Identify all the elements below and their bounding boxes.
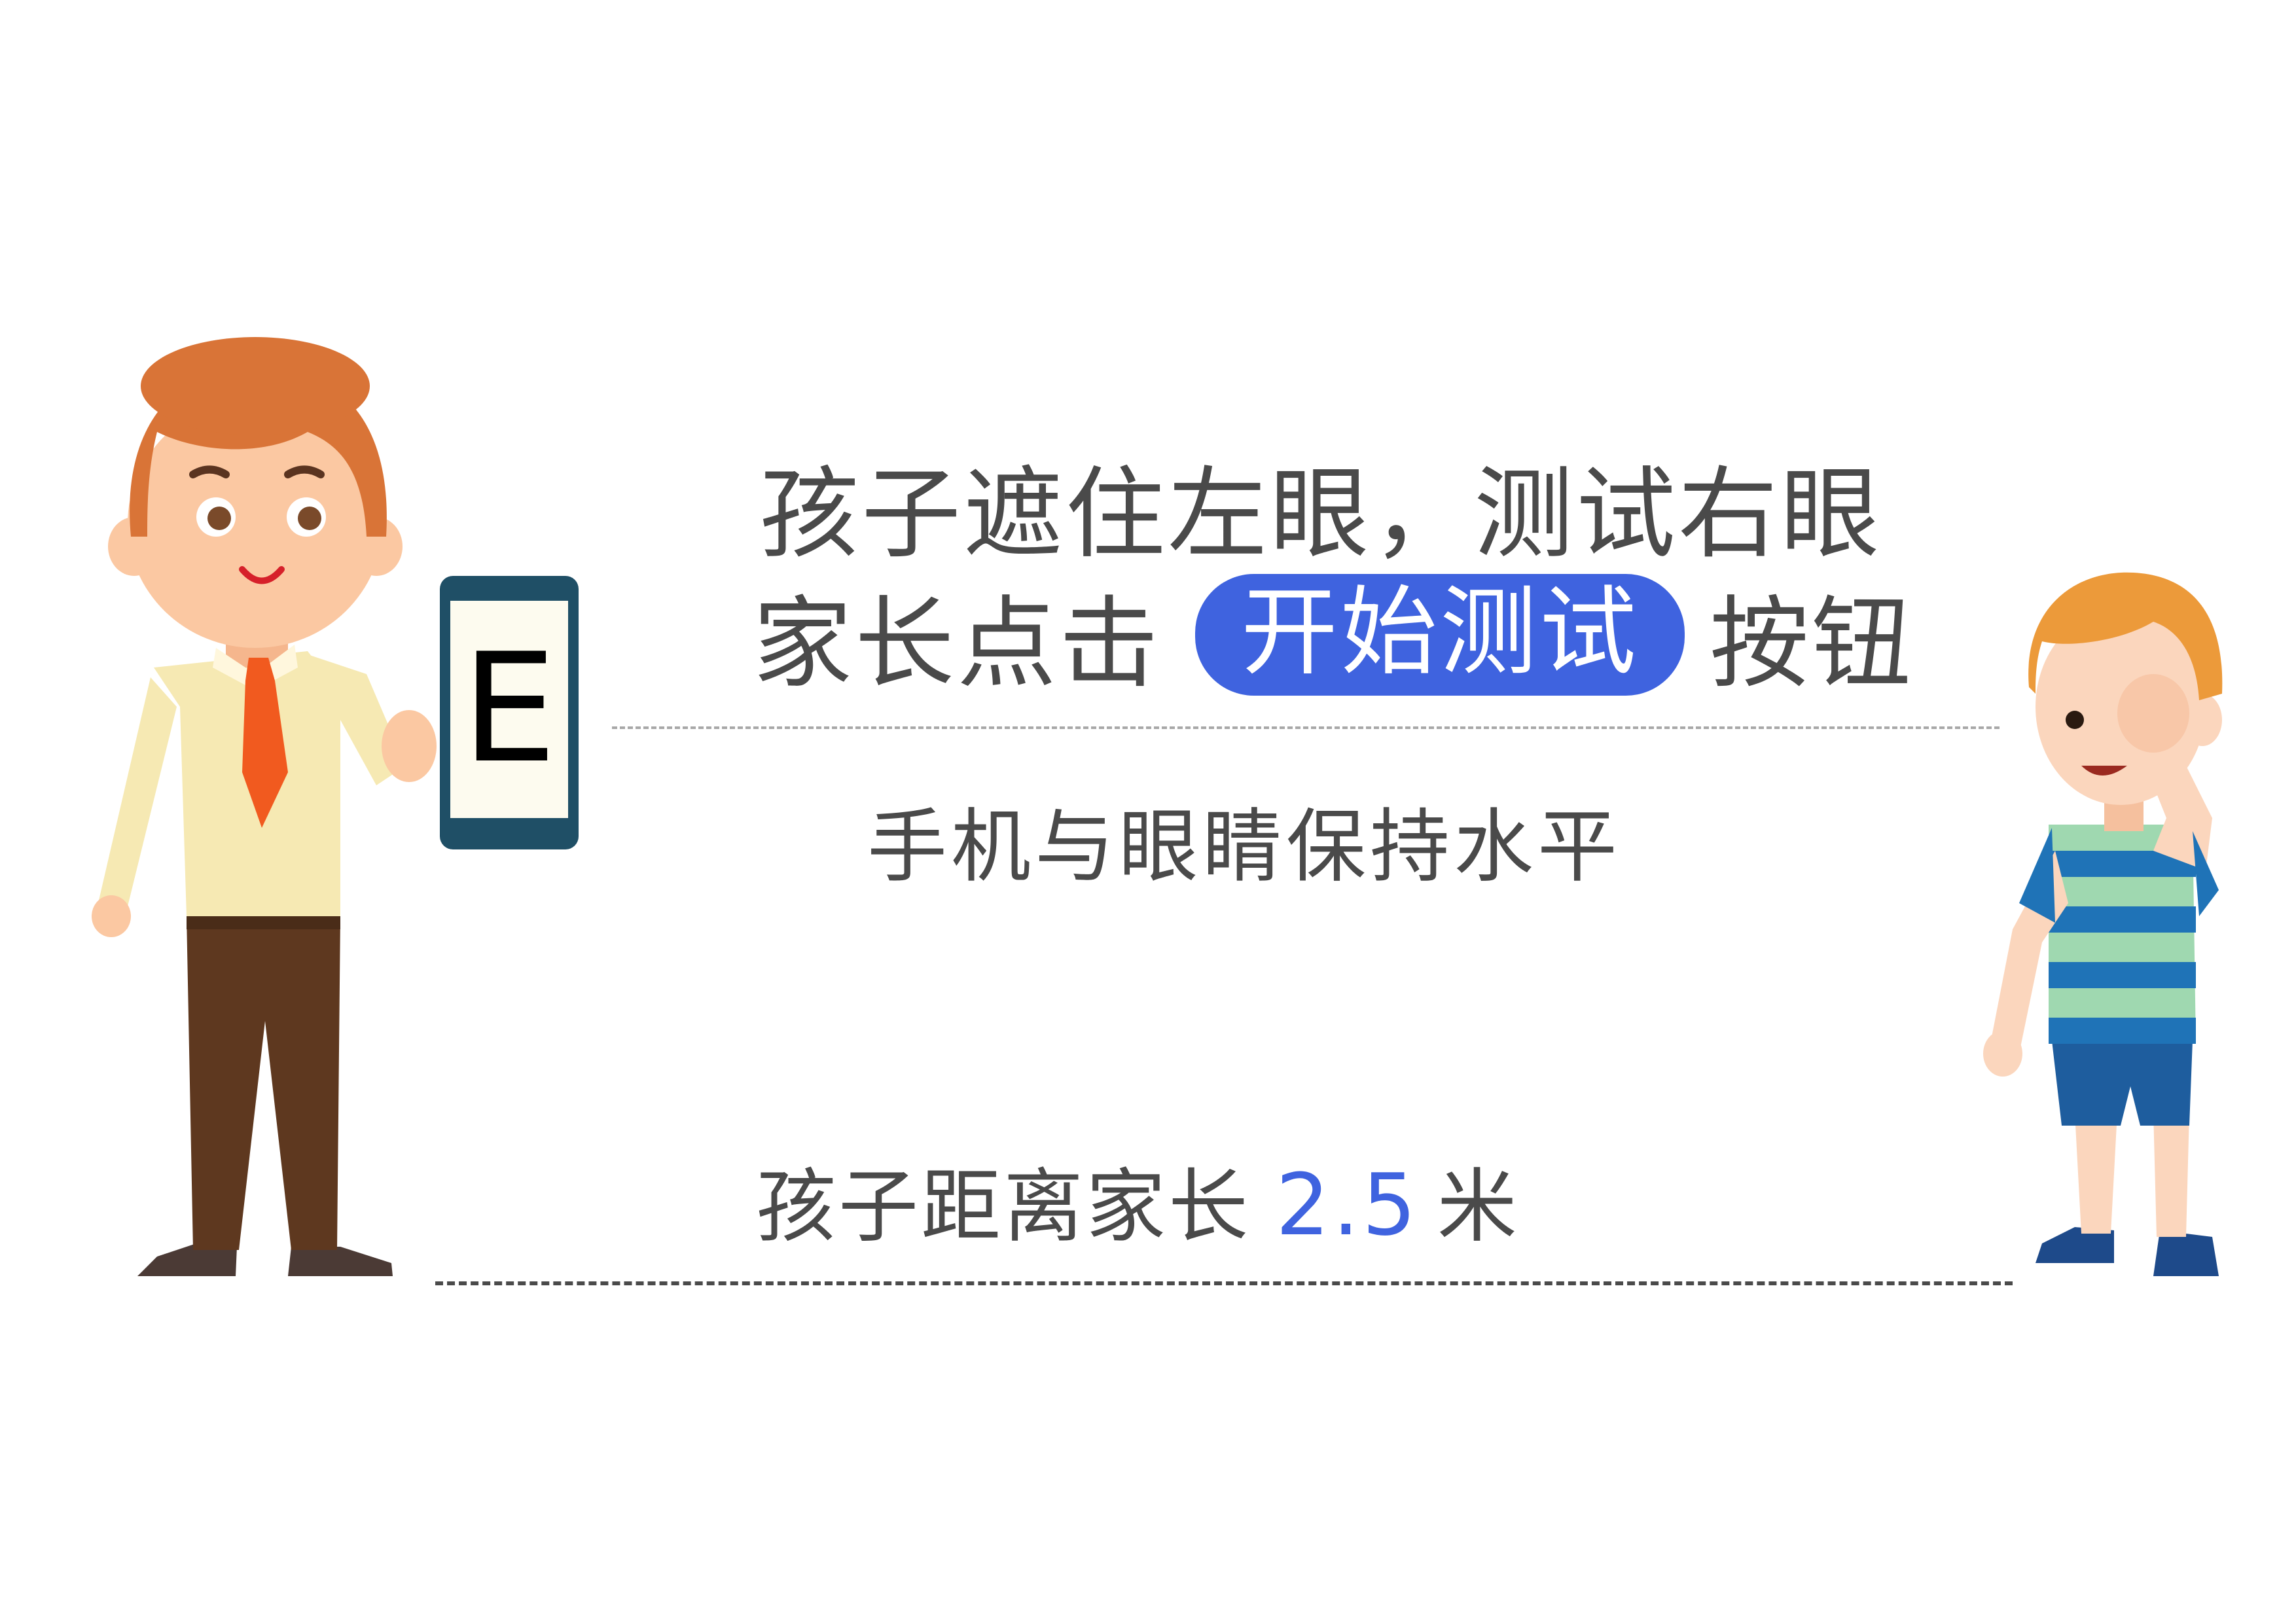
- start-test-button[interactable]: 开始测试: [1195, 574, 1685, 696]
- phone-icon: E: [440, 576, 579, 849]
- instruction-cover-eye: 孩子遮住左眼，测试右眼: [759, 456, 1882, 572]
- instruction-keep-level: 手机与眼睛保持水平: [867, 800, 1621, 893]
- phone-screen: E: [450, 601, 568, 818]
- ground-line: [435, 1281, 2013, 1285]
- divider-level: [612, 726, 2000, 729]
- instruction-suffix: 按钮: [1710, 586, 1914, 702]
- instruction-distance: 孩子距离家长 2.5 米: [756, 1142, 1520, 1258]
- instruction-prefix: 家长点击: [753, 586, 1161, 702]
- instruction-press-button: 家长点击 开始测试 按钮: [753, 563, 1914, 707]
- distance-value: 2.5: [1276, 1155, 1419, 1255]
- distance-prefix: 孩子距离家长: [756, 1160, 1251, 1253]
- chart-letter: E: [461, 622, 557, 796]
- distance-unit: 米: [1437, 1160, 1520, 1253]
